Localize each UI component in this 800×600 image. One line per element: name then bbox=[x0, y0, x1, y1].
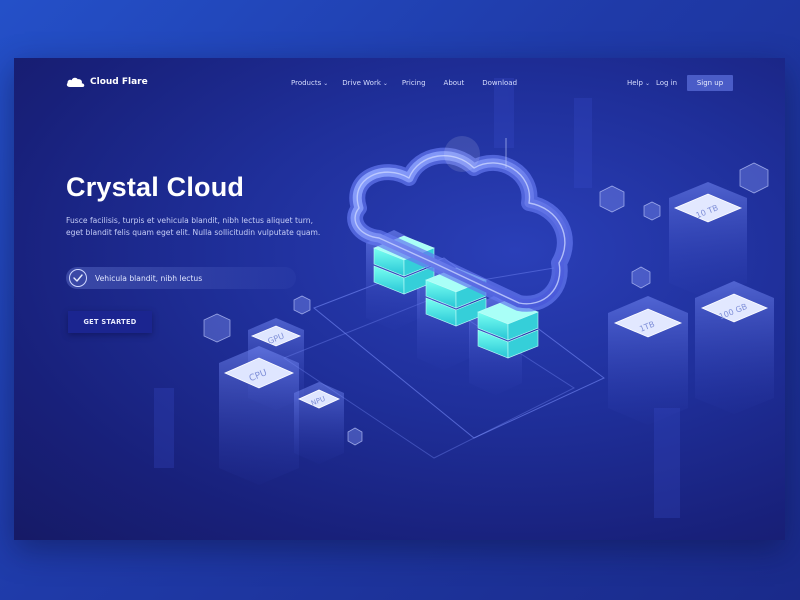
nav-item-products[interactable]: Products ⌄ bbox=[291, 79, 328, 87]
nav-item-about[interactable]: About bbox=[444, 79, 465, 87]
nav-item-label: Pricing bbox=[401, 79, 426, 87]
nav-item-label: Download bbox=[482, 79, 518, 87]
landing-card: 10 TB 1TB 100 GB GPU CPU NPU Cloud Flare… bbox=[14, 58, 785, 540]
brand-logo[interactable]: Cloud Flare bbox=[66, 76, 148, 88]
feature-label: Vehicula blandit, nibh lectus bbox=[95, 273, 203, 283]
chevron-down-icon: ⌄ bbox=[382, 79, 388, 87]
help-label: Help bbox=[627, 79, 643, 87]
nav-item-label: Products bbox=[291, 79, 322, 87]
brand-name: Cloud Flare bbox=[90, 77, 148, 87]
nav-item-pricing[interactable]: Pricing bbox=[402, 79, 426, 87]
hero-title: Crystal Cloud bbox=[66, 172, 245, 202]
get-started-button[interactable]: GET STARTED bbox=[68, 311, 152, 333]
top-navigation: Cloud Flare Products ⌄ Drive Work ⌄ Pric… bbox=[14, 58, 785, 108]
login-link[interactable]: Log in bbox=[656, 79, 677, 87]
check-circle-icon bbox=[69, 269, 87, 287]
feature-item: Vehicula blandit, nibh lectus bbox=[66, 267, 296, 289]
isometric-cloud-illustration: 10 TB 1TB 100 GB GPU CPU NPU bbox=[154, 78, 774, 518]
nav-item-label: Drive Work bbox=[342, 79, 381, 87]
nav-links: Products ⌄ Drive Work ⌄ Pricing About Do… bbox=[291, 79, 531, 87]
chevron-down-icon: ⌄ bbox=[644, 79, 650, 87]
help-menu[interactable]: Help ⌄ bbox=[627, 79, 650, 87]
chevron-down-icon: ⌄ bbox=[323, 79, 329, 87]
nav-item-label: About bbox=[443, 79, 465, 87]
nav-item-drive-work[interactable]: Drive Work ⌄ bbox=[342, 79, 388, 87]
nav-item-download[interactable]: Download bbox=[482, 79, 517, 87]
hero-description: Fusce facilisis, turpis et vehicula blan… bbox=[66, 216, 321, 237]
cloud-icon bbox=[66, 77, 85, 87]
signup-button[interactable]: Sign up bbox=[687, 75, 733, 91]
